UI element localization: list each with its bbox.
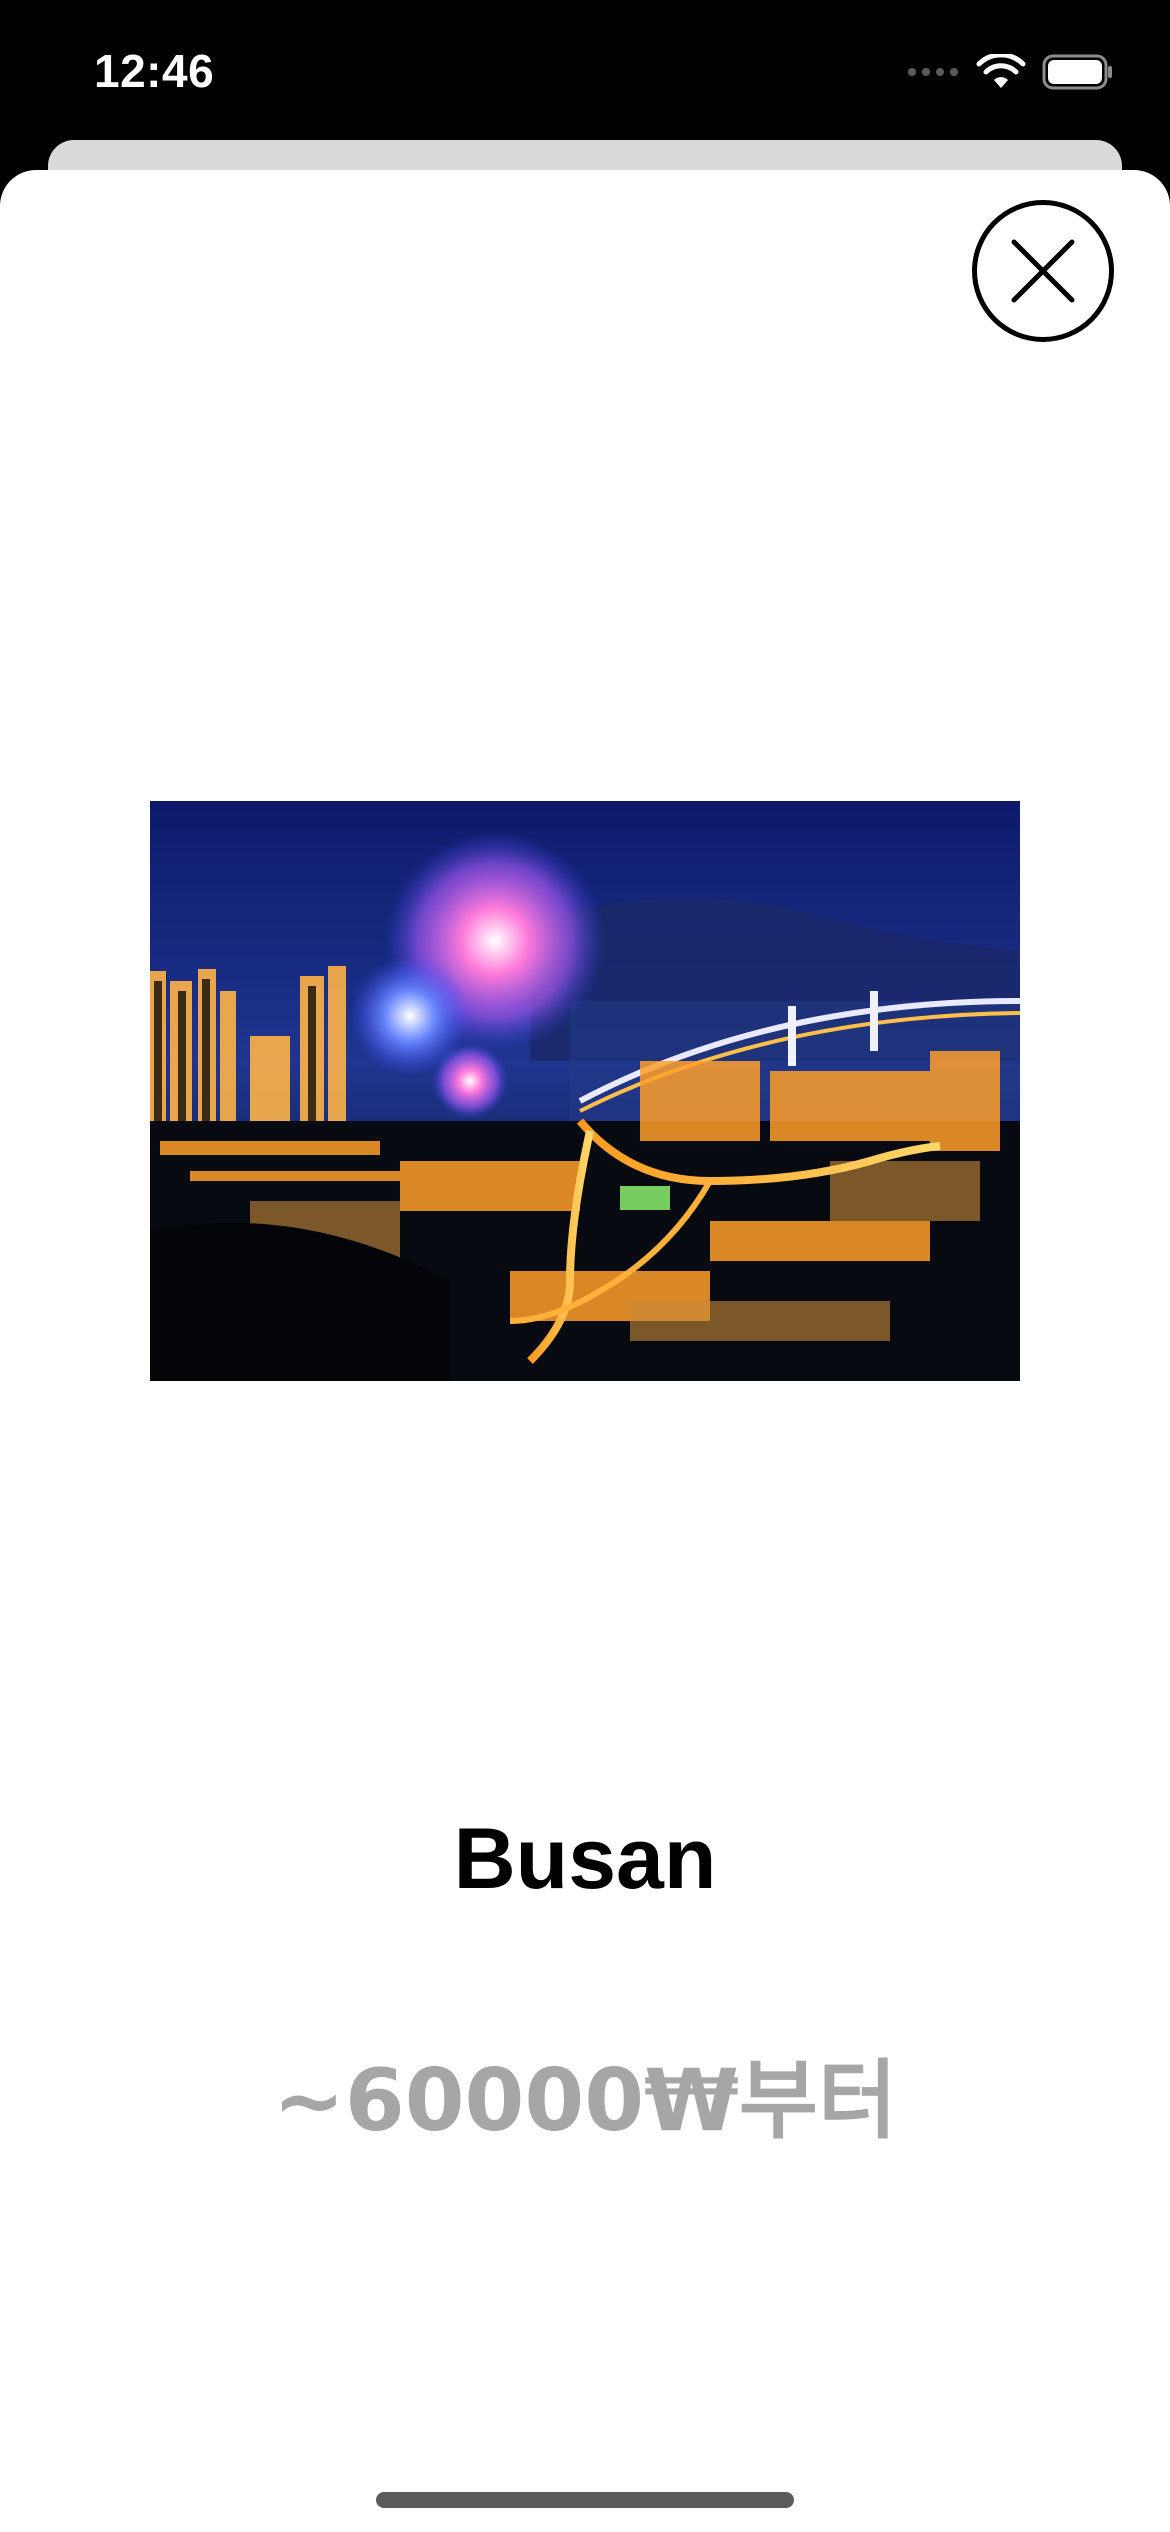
- busan-night-image: [150, 801, 1020, 1381]
- status-icons: [908, 52, 1114, 92]
- city-title: Busan: [453, 1811, 717, 1907]
- home-indicator[interactable]: [376, 2492, 794, 2508]
- price-label: ~60000₩부터: [272, 2051, 898, 2151]
- city-photo: [150, 801, 1020, 1381]
- close-button[interactable]: [972, 200, 1114, 342]
- status-time: 12:46: [94, 45, 215, 97]
- wifi-icon: [976, 54, 1026, 88]
- cellular-signal-icon: [908, 68, 958, 76]
- status-bar: 12:46: [0, 0, 1170, 150]
- detail-sheet: Busan ~60000₩부터: [0, 170, 1170, 2532]
- battery-icon: [1042, 54, 1112, 90]
- close-icon: [1011, 239, 1075, 303]
